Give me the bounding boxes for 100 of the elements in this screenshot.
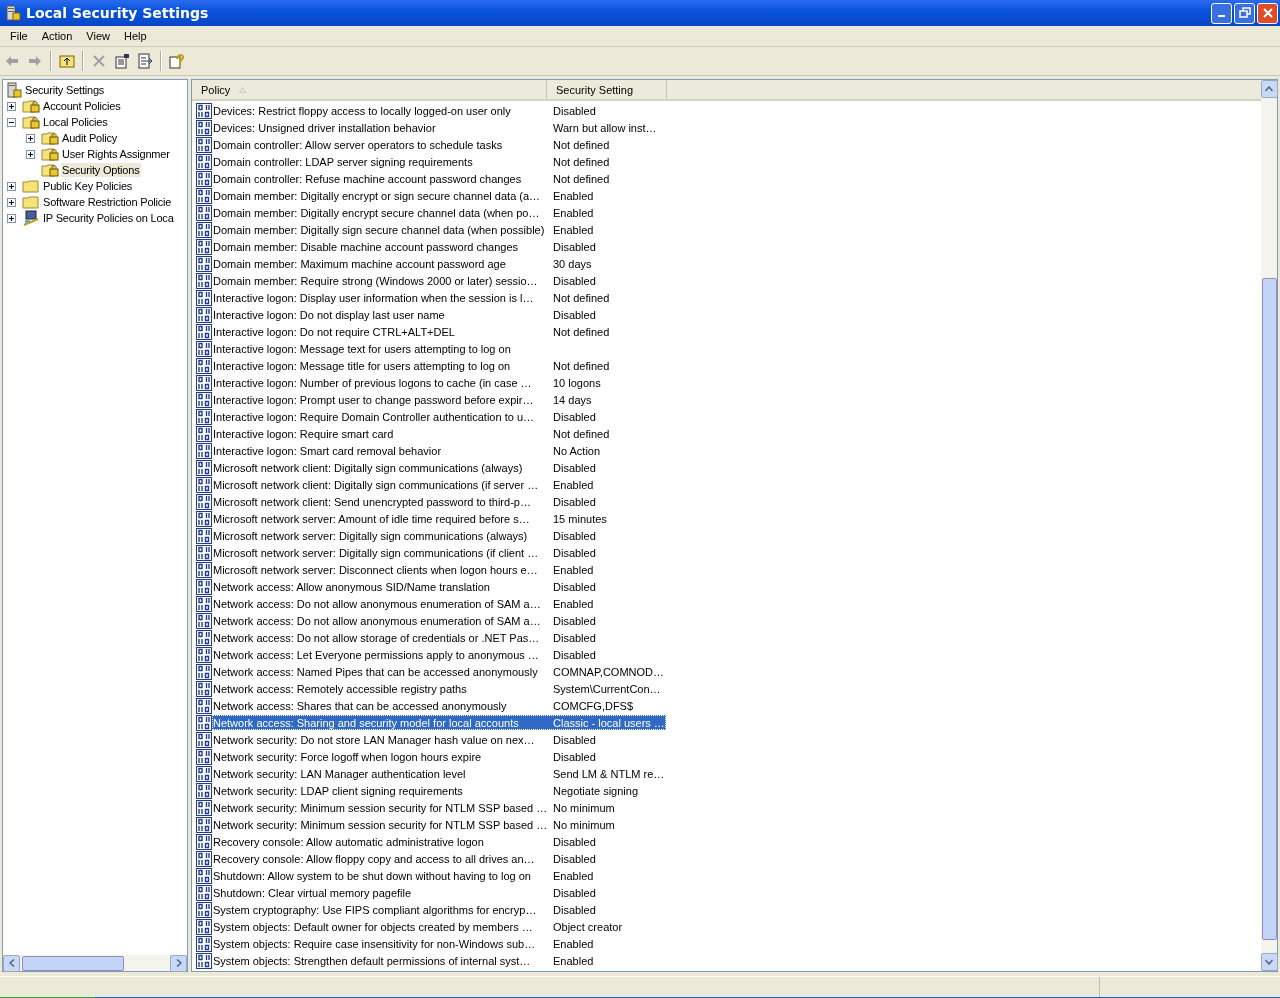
list-row[interactable]: Network security: LAN Manager authentication level Send LM & NTLM re… xyxy=(212,766,666,781)
properties-icon[interactable] xyxy=(114,53,130,69)
menu-item[interactable]: File xyxy=(3,30,35,42)
list-row[interactable]: Interactive logon: Message title for users attempting to log on Not defined xyxy=(212,358,666,373)
list-row[interactable]: Devices: Unsigned driver installation behavior Warn but allow inst… xyxy=(212,120,666,135)
list-row[interactable]: Devices: Restrict floppy access to locally logged-on user only Disabled xyxy=(212,103,666,118)
list-row[interactable]: Shutdown: Clear virtual memory pagefile Disabled xyxy=(212,885,666,900)
list-row[interactable]: Network access: Shares that can be accessed anonymously COMCFG,DFS$ xyxy=(212,698,666,713)
list-row[interactable]: Network access: Do not allow storage of credentials or .NET Pas… Disabled xyxy=(212,630,666,645)
list-row[interactable]: Network security: Force logoff when logon hours expire Disabled xyxy=(212,749,666,764)
list-row[interactable]: Microsoft network server: Digitally sign communications (if client … Disabled xyxy=(212,545,666,560)
expand-toggle[interactable] xyxy=(7,213,16,223)
list-row[interactable]: Network access: Remotely accessible registry paths System\CurrentCon… xyxy=(212,681,666,696)
tree-item[interactable]: Security Options xyxy=(61,163,141,177)
policy-name: Network security: LDAP client signing requirements xyxy=(212,784,464,797)
list-row[interactable]: Microsoft network server: Disconnect clients when logon hours e… Enabled xyxy=(212,562,666,577)
column-header[interactable]: Security Setting xyxy=(547,80,667,99)
list-row[interactable]: Microsoft network server: Amount of idle time required before s… 15 minutes xyxy=(212,511,666,526)
list-row[interactable]: Domain member: Digitally sign secure channel data (when possible) Enabled xyxy=(212,222,666,237)
column-header[interactable]: Policy xyxy=(192,80,547,99)
security-setting: Enabled xyxy=(553,954,594,967)
list-row[interactable]: Shutdown: Allow system to be shut down without having to log on Enabled xyxy=(212,868,666,883)
list-row[interactable]: Interactive logon: Message text for users attempting to log on xyxy=(212,341,666,356)
vertical-scrollbar[interactable] xyxy=(1261,80,1277,971)
expand-toggle[interactable] xyxy=(7,181,16,191)
tree-item[interactable]: Security Settings xyxy=(24,83,106,97)
policy-name: Shutdown: Allow system to be shut down without having to log on xyxy=(212,869,532,882)
policy-name: Interactive logon: Display user information when the session is l… xyxy=(212,291,535,304)
binary-policy-icon xyxy=(196,374,212,391)
list-row[interactable]: Microsoft network client: Digitally sign communications (if server … Enabled xyxy=(212,477,666,492)
list-row[interactable]: Recovery console: Allow automatic administrative logon Disabled xyxy=(212,834,666,849)
list-row[interactable]: Domain member: Disable machine account password changes Disabled xyxy=(212,239,666,254)
list-row[interactable]: Microsoft network client: Send unencrypted password to third-p… Disabled xyxy=(212,494,666,509)
binary-policy-icon xyxy=(196,510,212,527)
list-row[interactable]: Domain member: Digitally encrypt secure channel data (when po… Enabled xyxy=(212,205,666,220)
menu-item[interactable]: Action xyxy=(34,30,80,42)
list-row[interactable]: Network access: Sharing and security model for local accounts Classic - local users … xyxy=(212,715,666,730)
expand-toggle[interactable] xyxy=(7,117,16,127)
policy-name: Interactive logon: Require smart card xyxy=(212,427,395,440)
security-setting: 30 days xyxy=(553,257,592,270)
list-row[interactable]: Interactive logon: Number of previous logons to cache (in case … 10 logons xyxy=(212,375,666,390)
list-row[interactable]: Network security: Minimum session security for NTLM SSP based … No minimum xyxy=(212,800,666,815)
list-row[interactable]: Domain member: Digitally encrypt or sign secure channel data (a… Enabled xyxy=(212,188,666,203)
list-row[interactable]: Interactive logon: Smart card removal behavior No Action xyxy=(212,443,666,458)
list-row[interactable]: Network security: LDAP client signing requirements Negotiate signing xyxy=(212,783,666,798)
tree-item[interactable]: Public Key Policies xyxy=(42,179,134,193)
tree-item[interactable]: IP Security Policies on Loca xyxy=(42,211,175,225)
list-row[interactable]: Domain controller: Allow server operators to schedule tasks Not defined xyxy=(212,137,666,152)
list-row[interactable]: Domain controller: Refuse machine account password changes Not defined xyxy=(212,171,666,186)
list-row[interactable]: Network access: Allow anonymous SID/Name translation Disabled xyxy=(212,579,666,594)
list-row[interactable]: Interactive logon: Prompt user to change password before expir… 14 days xyxy=(212,392,666,407)
list-row[interactable]: Network access: Do not allow anonymous enumeration of SAM a… Enabled xyxy=(212,596,666,611)
list-row[interactable]: Microsoft network client: Digitally sign communications (always) Disabled xyxy=(212,460,666,475)
list-row[interactable]: Interactive logon: Display user information when the session is l… Not defined xyxy=(212,290,666,305)
binary-policy-icon xyxy=(196,782,212,799)
security-setting: Not defined xyxy=(553,325,610,338)
list-row[interactable]: System objects: Default owner for objects created by members … Object creator xyxy=(212,919,666,934)
tree-item[interactable]: Local Policies xyxy=(42,115,109,129)
tree-item[interactable]: Software Restriction Policie xyxy=(42,195,173,209)
up-folder-icon[interactable] xyxy=(59,53,75,69)
binary-policy-icon xyxy=(196,816,212,833)
list-row[interactable]: Interactive logon: Do not require CTRL+ALT+DEL Not defined xyxy=(212,324,666,339)
menu-item[interactable]: View xyxy=(79,30,117,42)
list-row[interactable]: Network access: Do not allow anonymous enumeration of SAM a… Disabled xyxy=(212,613,666,628)
list-row[interactable]: Interactive logon: Do not display last user name Disabled xyxy=(212,307,666,322)
list-row[interactable]: Microsoft network server: Digitally sign communications (always) Disabled xyxy=(212,528,666,543)
list-row[interactable]: System objects: Require case insensitivity for non-Windows sub… Enabled xyxy=(212,936,666,951)
policy-name: Microsoft network client: Send unencrypted password to third-p… xyxy=(212,495,532,508)
computer-network-icon xyxy=(22,210,40,226)
policy-name: Domain member: Disable machine account password changes xyxy=(212,240,520,253)
list-row[interactable]: Network access: Let Everyone permissions apply to anonymous … Disabled xyxy=(212,647,666,662)
binary-policy-icon xyxy=(196,272,212,289)
list-row[interactable]: Recovery console: Allow floppy copy and access to all drives an… Disabled xyxy=(212,851,666,866)
list-row[interactable]: Network access: Named Pipes that can be accessed anonymously COMNAP,COMNOD… xyxy=(212,664,666,679)
restore-button[interactable] xyxy=(1234,2,1255,24)
list-row[interactable]: Domain controller: LDAP server signing requirements Not defined xyxy=(212,154,666,169)
minimize-button[interactable] xyxy=(1211,2,1232,24)
list-row[interactable]: Network security: Minimum session security for NTLM SSP based … No minimum xyxy=(212,817,666,832)
help-icon[interactable] xyxy=(169,53,185,69)
horizontal-scrollbar[interactable] xyxy=(3,955,187,971)
tree-item[interactable]: User Rights Assignmer xyxy=(61,147,171,161)
list-row[interactable]: Interactive logon: Require smart card Not defined xyxy=(212,426,666,441)
expand-toggle[interactable] xyxy=(7,197,16,207)
expand-toggle[interactable] xyxy=(26,149,35,159)
binary-policy-icon xyxy=(196,697,212,714)
list-row[interactable]: System objects: Strengthen default permissions of internal syst… Enabled xyxy=(212,953,666,968)
list-row[interactable]: Domain member: Require strong (Windows 2000 or later) sessio… Disabled xyxy=(212,273,666,288)
export-list-icon[interactable] xyxy=(137,53,153,69)
list-row[interactable]: System cryptography: Use FIPS compliant algorithms for encryp… Disabled xyxy=(212,902,666,917)
menu-item[interactable]: Help xyxy=(116,30,154,42)
expand-toggle[interactable] xyxy=(26,133,35,143)
tree-item[interactable]: Audit Policy xyxy=(61,131,119,145)
expand-toggle[interactable] xyxy=(7,101,16,111)
tree-item[interactable]: Account Policies xyxy=(42,99,122,113)
list-row[interactable]: Interactive logon: Require Domain Controller authentication to u… Disabled xyxy=(212,409,666,424)
list-row[interactable]: Domain member: Maximum machine account password age 30 days xyxy=(212,256,666,271)
policy-name: Domain controller: Allow server operators to schedule tasks xyxy=(212,138,504,151)
list-row[interactable]: Network security: Do not store LAN Manager hash value on nex… Disabled xyxy=(212,732,666,747)
scroll-left-icon xyxy=(8,959,15,967)
close-button[interactable] xyxy=(1257,2,1278,24)
